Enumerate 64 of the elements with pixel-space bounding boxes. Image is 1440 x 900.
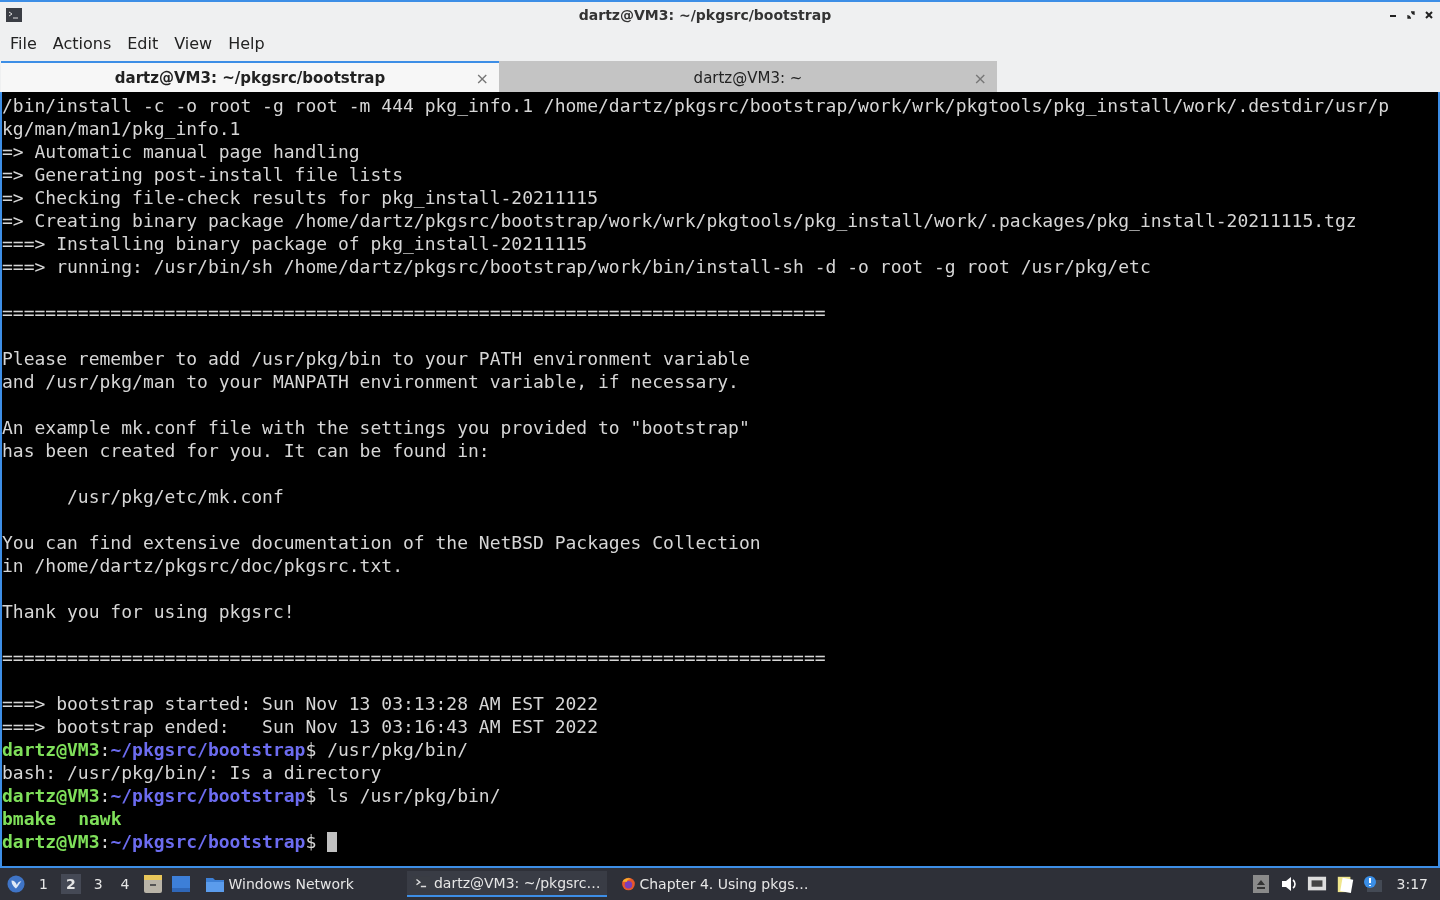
prompt-path: ~/pkgsrc/bootstrap	[110, 831, 306, 852]
output-line: Please remember to add /usr/pkg/bin to your PATH environment variable	[2, 348, 750, 369]
output-line: Thank you for using pkgsrc!	[2, 601, 295, 622]
prompt-separator: :	[99, 785, 111, 806]
desktop-button[interactable]: 3	[88, 874, 108, 894]
taskbar-button[interactable]: dartz@VM3: ~/pkgsrc…	[406, 871, 607, 897]
output-line: in /home/dartz/pkgsrc/doc/pkgsrc.txt.	[2, 555, 403, 576]
prompt-user: dartz@VM3	[2, 785, 100, 806]
taskbar-button[interactable]: Chapter 4. Using pkgs…	[614, 871, 815, 897]
taskbar-button[interactable]: Windows Network	[198, 871, 399, 897]
close-button[interactable]	[1424, 10, 1434, 20]
output-line: ===> Installing binary package of pkg_install-20211115	[2, 233, 588, 254]
prompt-separator: :	[99, 739, 111, 760]
menu-item[interactable]: Help	[220, 33, 273, 53]
menu-item[interactable]: Edit	[119, 33, 167, 53]
command-text: $ ls /usr/pkg/bin/	[305, 785, 501, 806]
prompt-path: ~/pkgsrc/bootstrap	[110, 739, 306, 760]
output-line: ===> bootstrap ended: Sun Nov 13 03:16:43 AM EST 2022	[2, 716, 599, 737]
maximize-button[interactable]	[1406, 10, 1416, 20]
output-line: => Creating binary package /home/dartz/pkgsrc/bootstrap/work/wrk/pkgtools/pkg_install/work/.packages/pkg_install-20211115.tgz	[2, 210, 1357, 231]
eject-icon[interactable]	[1250, 875, 1271, 893]
window-title: dartz@VM3: ~/pkgsrc/bootstrap	[577, 7, 833, 23]
desktop-button[interactable]: 2	[60, 874, 81, 894]
tab[interactable]: dartz@VM3: ~ ×	[499, 61, 997, 92]
desktop-button[interactable]: 4	[115, 874, 135, 894]
prompt-user: dartz@VM3	[2, 739, 100, 760]
output-line: ============================================================================	[2, 302, 826, 323]
prompt-user: dartz@VM3	[2, 831, 100, 852]
command-text: $ /usr/pkg/bin/	[305, 739, 469, 760]
tab[interactable]: dartz@VM3: ~/pkgsrc/bootstrap ×	[1, 61, 499, 92]
browser-icon	[620, 875, 636, 893]
menu-item[interactable]: File	[2, 33, 45, 53]
command-text: $	[305, 831, 318, 852]
desktop-button[interactable]: 1	[34, 874, 53, 894]
start-menu-icon[interactable]	[6, 875, 26, 893]
output-line: has been created for you. It can be found in:	[2, 440, 490, 461]
folder-icon	[204, 875, 225, 893]
output-line: => Checking file-check results for pkg_install-20211115	[2, 187, 599, 208]
terminal-icon	[6, 8, 22, 22]
output-line: => Automatic manual page handling	[2, 141, 360, 162]
output-line: ===> bootstrap started: Sun Nov 13 03:13:28 AM EST 2022	[2, 693, 599, 714]
output-line: kg/man/man1/pkg_info.1	[2, 118, 241, 139]
file-name: nawk	[78, 807, 122, 830]
menu-item[interactable]: Actions	[44, 33, 120, 53]
output-line: /bin/install -c -o root -g root -m 444 pkg_info.1 /home/dartz/pkgsrc/bootstrap/work/wrk/pkgtools/pkg_install/work/.destdir/usr/p	[2, 95, 1390, 116]
output-line: You can find extensive documentation of the NetBSD Packages Collection	[2, 532, 761, 553]
output-line: and /usr/pkg/man to your MANPATH environment variable, if necessary.	[2, 371, 739, 392]
desktop-icon[interactable]	[170, 875, 191, 893]
prompt-separator: :	[99, 831, 111, 852]
menu-item[interactable]: View	[166, 33, 221, 53]
network-icon[interactable]	[1306, 875, 1327, 893]
output-line: ===> running: /usr/bin/sh /home/dartz/pkgsrc/bootstrap/work/bin/install-sh -d -o root -g root /usr/pkg/etc	[2, 256, 1151, 277]
output-line: => Generating post-install file lists	[2, 164, 403, 185]
close-tab-button[interactable]: ×	[475, 69, 489, 88]
notification-icon[interactable]	[1362, 875, 1383, 893]
file-cabinet-icon[interactable]	[142, 875, 163, 893]
file-name: bmake	[2, 807, 57, 830]
output-line: bash: /usr/pkg/bin/: Is a directory	[2, 762, 382, 783]
terminal-output[interactable]	[0, 92, 1440, 866]
output-line: ============================================================================	[2, 647, 826, 668]
output-line: /usr/pkg/etc/mk.conf	[66, 486, 284, 507]
clock[interactable]: 3:17	[1390, 876, 1434, 892]
output-line: An example mk.conf file with the settings you provided to "bootstrap"	[2, 417, 750, 438]
prompt-path: ~/pkgsrc/bootstrap	[110, 785, 306, 806]
